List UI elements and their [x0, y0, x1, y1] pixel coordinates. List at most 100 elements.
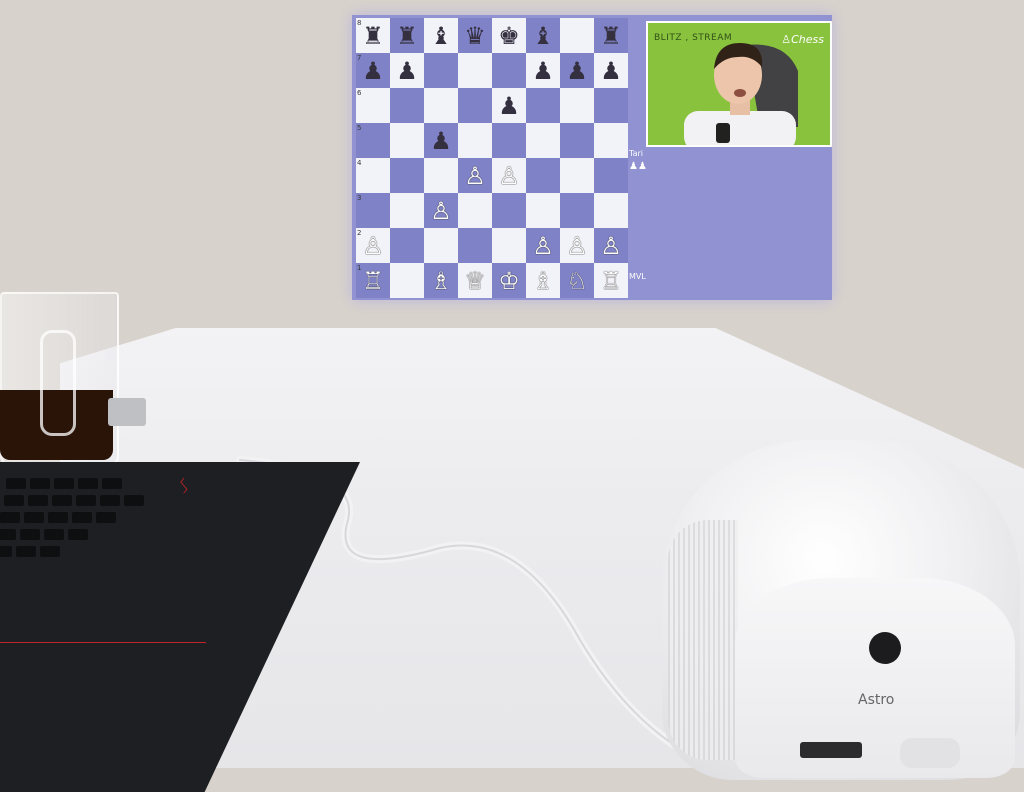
hdmi-port	[800, 742, 862, 758]
piece-b8: ♜	[396, 21, 418, 50]
square-e1: ♔	[492, 263, 526, 298]
piece-h8: ♜	[600, 21, 622, 50]
square-f1: ♗	[526, 263, 560, 298]
glass-stirrer	[40, 330, 76, 436]
square-c1: ♗	[424, 263, 458, 298]
square-e6: ♟	[492, 88, 526, 123]
keyboard-key	[28, 495, 48, 506]
square-d3	[458, 193, 492, 228]
piece-d8: ♛	[464, 21, 486, 50]
square-h3	[594, 193, 628, 228]
square-f6	[526, 88, 560, 123]
piece-c1: ♗	[430, 266, 452, 295]
keyboard-key	[6, 478, 26, 489]
rank-label: 8	[357, 19, 362, 27]
square-f5	[526, 123, 560, 158]
piece-e4: ♙	[498, 161, 520, 190]
chess-board: 8 ♜ ♜ ♝ ♛ ♚ ♝ ♜ 7 ♟ ♟ ♟ ♟ ♟ 6 ♟ 5 ♟ 4 ♙ ♙ 3 ♙ 2 ♙ ♙ ♙ ♙ 1 ♖ ♗ ♕ ♔ ♗ ♘ ♖	[356, 18, 628, 298]
square-b8: ♜	[390, 18, 424, 53]
keyboard-key	[124, 495, 144, 506]
square-d4: ♙	[458, 158, 492, 193]
keyboard-key	[0, 529, 16, 540]
square-f8: ♝	[526, 18, 560, 53]
piece-c8: ♝	[430, 21, 452, 50]
rank-label: 5	[357, 124, 362, 132]
square-e3	[492, 193, 526, 228]
square-d7	[458, 53, 492, 88]
square-c8: ♝	[424, 18, 458, 53]
square-a5: 5	[356, 123, 390, 158]
square-g6	[560, 88, 594, 123]
square-c6	[424, 88, 458, 123]
square-a8: 8 ♜	[356, 18, 390, 53]
square-a7: 7 ♟	[356, 53, 390, 88]
keyboard-key	[100, 495, 120, 506]
square-c5: ♟	[424, 123, 458, 158]
keyboard-key	[78, 478, 98, 489]
square-b1	[390, 263, 424, 298]
square-b5	[390, 123, 424, 158]
keyboard-key	[72, 512, 92, 523]
piece-b7: ♟	[396, 56, 418, 85]
square-d6	[458, 88, 492, 123]
piece-f2: ♙	[532, 231, 554, 260]
square-f2: ♙	[526, 228, 560, 263]
square-a6: 6	[356, 88, 390, 123]
square-f3	[526, 193, 560, 228]
piece-g7: ♟	[566, 56, 588, 85]
piece-h1: ♖	[600, 266, 622, 295]
square-a2: 2 ♙	[356, 228, 390, 263]
square-g7: ♟	[560, 53, 594, 88]
square-d8: ♛	[458, 18, 492, 53]
piece-g2: ♙	[566, 231, 588, 260]
piece-a1: ♖	[362, 266, 384, 295]
keyboard-key	[54, 478, 74, 489]
keyboard-key	[4, 495, 24, 506]
piece-f8: ♝	[532, 21, 554, 50]
square-h2: ♙	[594, 228, 628, 263]
projector-front-panel	[735, 578, 1015, 778]
keyboard-key	[52, 495, 72, 506]
square-c4	[424, 158, 458, 193]
square-g3	[560, 193, 594, 228]
streamer-webcam: BLITZ , STREAM ♙Chess	[646, 21, 832, 147]
keyboard-key	[40, 546, 60, 557]
square-h1: ♖	[594, 263, 628, 298]
projector-brand-label: Astro	[858, 692, 895, 708]
square-e4: ♙	[492, 158, 526, 193]
projector-lens	[869, 632, 901, 664]
laptop-logo-icon: ᛊ	[178, 474, 190, 498]
keyboard-key	[30, 478, 50, 489]
top-player-name: Tari	[629, 149, 643, 158]
photo-scene: 8 ♜ ♜ ♝ ♛ ♚ ♝ ♜ 7 ♟ ♟ ♟ ♟ ♟ 6 ♟ 5 ♟ 4 ♙ ♙ 3 ♙ 2 ♙ ♙ ♙ ♙ 1 ♖ ♗ ♕ ♔ ♗ ♘ ♖ BLI…	[0, 0, 1024, 792]
bottom-player-name: MVL	[629, 272, 646, 281]
square-b6	[390, 88, 424, 123]
square-g5	[560, 123, 594, 158]
keyboard-key	[24, 512, 44, 523]
square-d1: ♕	[458, 263, 492, 298]
square-h8: ♜	[594, 18, 628, 53]
keyboard-key	[0, 546, 12, 557]
square-h4	[594, 158, 628, 193]
rank-label: 2	[357, 229, 362, 237]
square-b2	[390, 228, 424, 263]
keyboard-key	[68, 529, 88, 540]
stream-title-overlay: BLITZ , STREAM	[654, 33, 733, 43]
chess-brand-logo: ♙Chess	[781, 33, 824, 46]
square-e5	[492, 123, 526, 158]
top-player-captures: ♟♟	[629, 161, 647, 172]
rank-label: 1	[357, 264, 362, 272]
piece-e8: ♚	[498, 21, 520, 50]
square-e8: ♚	[492, 18, 526, 53]
piece-h7: ♟	[600, 56, 622, 85]
square-b4	[390, 158, 424, 193]
square-h6	[594, 88, 628, 123]
square-a3: 3	[356, 193, 390, 228]
keyboard-key	[20, 529, 40, 540]
piece-h2: ♙	[600, 231, 622, 260]
projector-speaker-grill	[668, 520, 738, 760]
keyboard-key	[96, 512, 116, 523]
square-b7: ♟	[390, 53, 424, 88]
square-a1: 1 ♖	[356, 263, 390, 298]
piece-d1: ♕	[464, 266, 486, 295]
